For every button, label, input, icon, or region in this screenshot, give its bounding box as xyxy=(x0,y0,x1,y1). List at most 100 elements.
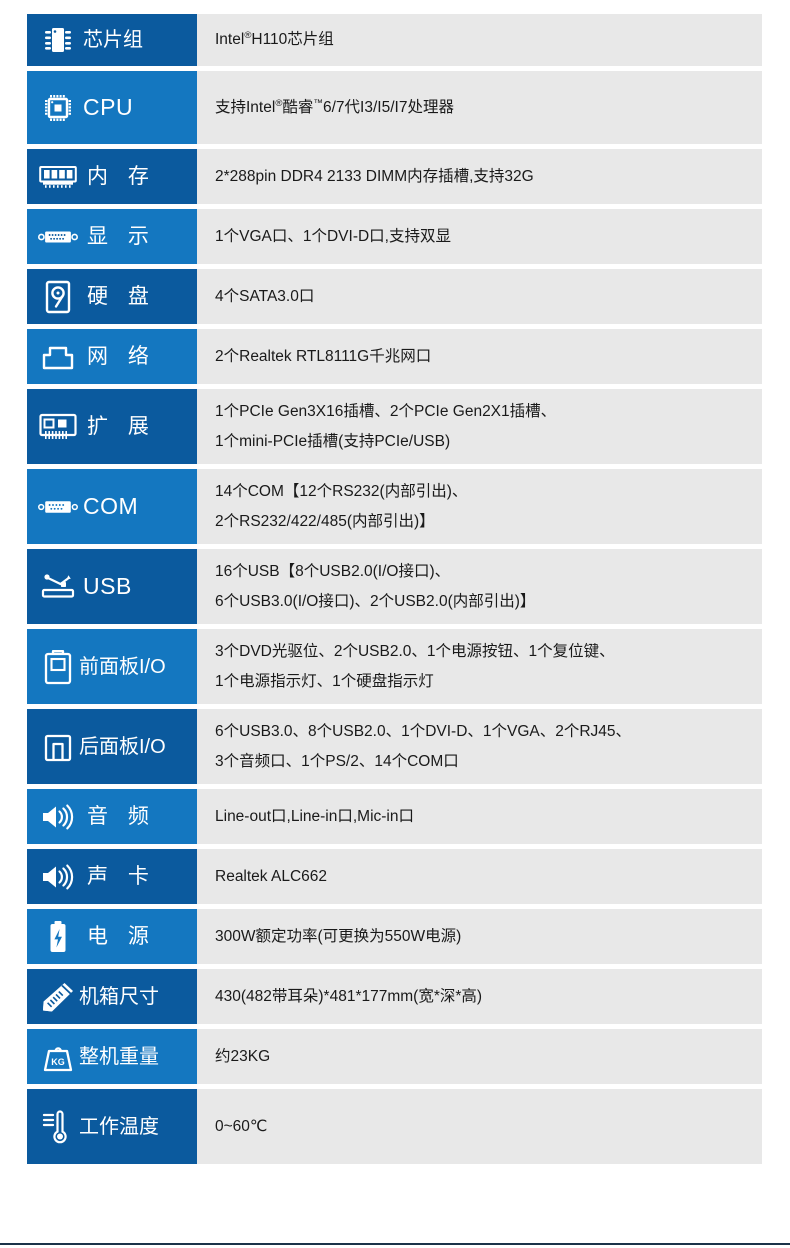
spec-label-text: 音 频 xyxy=(87,804,156,828)
spec-row: 前面板I/O 3个DVD光驱位、2个USB2.0、1个电源按钮、1个复位键、 1个电… xyxy=(27,629,762,704)
spec-value-line: Line-out口,Line-in口,Mic-in口 xyxy=(215,807,414,825)
com-port-icon xyxy=(37,488,79,526)
speaker-icon xyxy=(37,798,79,836)
spec-value-line: 14个COM【12个RS232(内部引出)、 xyxy=(215,482,468,500)
spec-value-line: 2个RS232/422/485(内部引出)】 xyxy=(215,512,435,530)
spec-value-line: 约23KG xyxy=(215,1047,271,1065)
spec-value-line: Intel®H110芯片组 xyxy=(215,29,334,48)
spec-row: 显 示 1个VGA口、1个DVI-D口,支持双显 xyxy=(27,209,762,264)
spec-value-line: 16个USB【8个USB2.0(I/O接口)、 xyxy=(215,562,451,580)
spec-label-text: 工作温度 xyxy=(79,1115,159,1138)
spec-value-line: 1个电源指示灯、1个硬盘指示灯 xyxy=(215,672,434,690)
ruler-pencil-icon xyxy=(37,978,79,1016)
vga-display-icon xyxy=(37,218,79,256)
spec-value-cell: 1个VGA口、1个DVI-D口,支持双显 xyxy=(197,209,762,264)
spec-value-cell: 430(482带耳朵)*481*177mm(宽*深*高) xyxy=(197,969,762,1024)
spec-label-cell: 工作温度 xyxy=(27,1089,197,1164)
spec-value-cell: 支持Intel®酷睿™6/7代I3/I5/I7处理器 xyxy=(197,71,762,144)
spec-value-cell: Realtek ALC662 xyxy=(197,849,762,904)
spec-label-cell: 扩 展 xyxy=(27,389,197,464)
spec-value-line: Realtek ALC662 xyxy=(215,867,328,885)
spec-row: COM 14个COM【12个RS232(内部引出)、 2个RS232/422/485… xyxy=(27,469,762,544)
spec-value-line: 支持Intel®酷睿™6/7代I3/I5/I7处理器 xyxy=(215,97,454,116)
front-panel-icon xyxy=(37,648,79,686)
spec-label-text: 网 络 xyxy=(87,344,156,368)
spec-value-cell: 6个USB3.0、8个USB2.0、1个DVI-D、1个VGA、2个RJ45、 3… xyxy=(197,709,762,784)
spec-row: 电 源 300W额定功率(可更换为550W电源) xyxy=(27,909,762,964)
spec-label-text: USB xyxy=(83,572,132,599)
spec-row: KG 整机重量 约23KG xyxy=(27,1029,762,1084)
speaker-icon xyxy=(37,858,79,896)
spec-label-text: 芯片组 xyxy=(83,29,143,51)
network-rj45-icon xyxy=(37,338,79,376)
spec-value-line: 2个Realtek RTL8111G千兆网口 xyxy=(215,347,432,365)
spec-row: USB 16个USB【8个USB2.0(I/O接口)、 6个USB3.0(I/O接口… xyxy=(27,549,762,624)
spec-row: 音 频 Line-out口,Line-in口,Mic-in口 xyxy=(27,789,762,844)
spec-value-line: 430(482带耳朵)*481*177mm(宽*深*高) xyxy=(215,987,483,1005)
spec-value-line: 0~60℃ xyxy=(215,1117,268,1135)
spec-value-cell: Line-out口,Line-in口,Mic-in口 xyxy=(197,789,762,844)
spec-row: CPU 支持Intel®酷睿™6/7代I3/I5/I7处理器 xyxy=(27,71,762,144)
spec-row: 扩 展 1个PCIe Gen3X16插槽、2个PCIe Gen2X1插槽、 1个mi… xyxy=(27,389,762,464)
spec-label-cell: 电 源 xyxy=(27,909,197,964)
spec-value-line: 3个音频口、1个PS/2、14个COM口 xyxy=(215,752,459,770)
expansion-slot-icon xyxy=(37,408,79,446)
spec-label-text: 前面板I/O xyxy=(79,655,166,678)
spec-value-line: 300W额定功率(可更换为550W电源) xyxy=(215,927,462,945)
spec-value-cell: 3个DVD光驱位、2个USB2.0、1个电源按钮、1个复位键、 1个电源指示灯、1… xyxy=(197,629,762,704)
spec-value-line: 6个USB3.0(I/O接口)、2个USB2.0(内部引出)】 xyxy=(215,592,536,610)
spec-table: 芯片组 Intel®H110芯片组 CPU 支持Intel®酷睿™6/7代I3/I5… xyxy=(27,14,762,1169)
spec-row: 硬 盘 4个SATA3.0口 xyxy=(27,269,762,324)
spec-label-text: 机箱尺寸 xyxy=(79,985,159,1008)
spec-row: 工作温度 0~60℃ xyxy=(27,1089,762,1164)
spec-label-text: 扩 展 xyxy=(87,414,156,438)
spec-value-line: 1个PCIe Gen3X16插槽、2个PCIe Gen2X1插槽、 xyxy=(215,402,557,420)
spec-label-text: 电 源 xyxy=(87,924,156,948)
chipset-icon xyxy=(37,21,79,59)
usb-icon xyxy=(37,568,79,606)
spec-label-cell: 后面板I/O xyxy=(27,709,197,784)
spec-value-line: 1个VGA口、1个DVI-D口,支持双显 xyxy=(215,227,451,245)
spec-label-cell: 机箱尺寸 xyxy=(27,969,197,1024)
spec-row: 芯片组 Intel®H110芯片组 xyxy=(27,14,762,66)
spec-label-text: 内 存 xyxy=(87,164,156,188)
spec-value-cell: 1个PCIe Gen3X16插槽、2个PCIe Gen2X1插槽、 1个mini-… xyxy=(197,389,762,464)
bottom-divider xyxy=(0,1243,790,1245)
spec-label-cell: 硬 盘 xyxy=(27,269,197,324)
spec-row: 内 存 2*288pin DDR4 2133 DIMM内存插槽,支持32G xyxy=(27,149,762,204)
memory-icon xyxy=(37,158,79,196)
spec-label-cell: 音 频 xyxy=(27,789,197,844)
spec-row: 后面板I/O 6个USB3.0、8个USB2.0、1个DVI-D、1个VGA、2个… xyxy=(27,709,762,784)
spec-value-line: 4个SATA3.0口 xyxy=(215,287,315,305)
spec-label-cell: 显 示 xyxy=(27,209,197,264)
spec-value-cell: 约23KG xyxy=(197,1029,762,1084)
spec-value-cell: 0~60℃ xyxy=(197,1089,762,1164)
spec-row: 网 络 2个Realtek RTL8111G千兆网口 xyxy=(27,329,762,384)
spec-label-cell: 内 存 xyxy=(27,149,197,204)
harddisk-icon xyxy=(37,278,79,316)
weight-kg-icon: KG xyxy=(37,1038,79,1076)
rear-panel-icon xyxy=(37,728,79,766)
spec-value-cell: 2*288pin DDR4 2133 DIMM内存插槽,支持32G xyxy=(197,149,762,204)
spec-value-cell: Intel®H110芯片组 xyxy=(197,14,762,66)
spec-label-cell: CPU xyxy=(27,71,197,144)
spec-label-text: 后面板I/O xyxy=(79,735,166,758)
cpu-icon xyxy=(37,89,79,127)
spec-row: 机箱尺寸 430(482带耳朵)*481*177mm(宽*深*高) xyxy=(27,969,762,1024)
spec-value-line: 6个USB3.0、8个USB2.0、1个DVI-D、1个VGA、2个RJ45、 xyxy=(215,722,632,740)
spec-value-cell: 4个SATA3.0口 xyxy=(197,269,762,324)
spec-label-cell: 芯片组 xyxy=(27,14,197,66)
battery-power-icon xyxy=(37,918,79,956)
spec-label-cell: 声 卡 xyxy=(27,849,197,904)
spec-label-text: CPU xyxy=(83,93,134,120)
spec-label-text: 显 示 xyxy=(87,224,156,248)
spec-value-cell: 14个COM【12个RS232(内部引出)、 2个RS232/422/485(内部… xyxy=(197,469,762,544)
spec-label-cell: COM xyxy=(27,469,197,544)
spec-label-text: 声 卡 xyxy=(87,864,156,888)
spec-value-line: 1个mini-PCIe插槽(支持PCIe/USB) xyxy=(215,432,451,450)
spec-label-text: 整机重量 xyxy=(79,1045,159,1068)
spec-value-cell: 300W额定功率(可更换为550W电源) xyxy=(197,909,762,964)
spec-label-cell: KG 整机重量 xyxy=(27,1029,197,1084)
spec-row: 声 卡 Realtek ALC662 xyxy=(27,849,762,904)
svg-text:KG: KG xyxy=(51,1057,65,1067)
